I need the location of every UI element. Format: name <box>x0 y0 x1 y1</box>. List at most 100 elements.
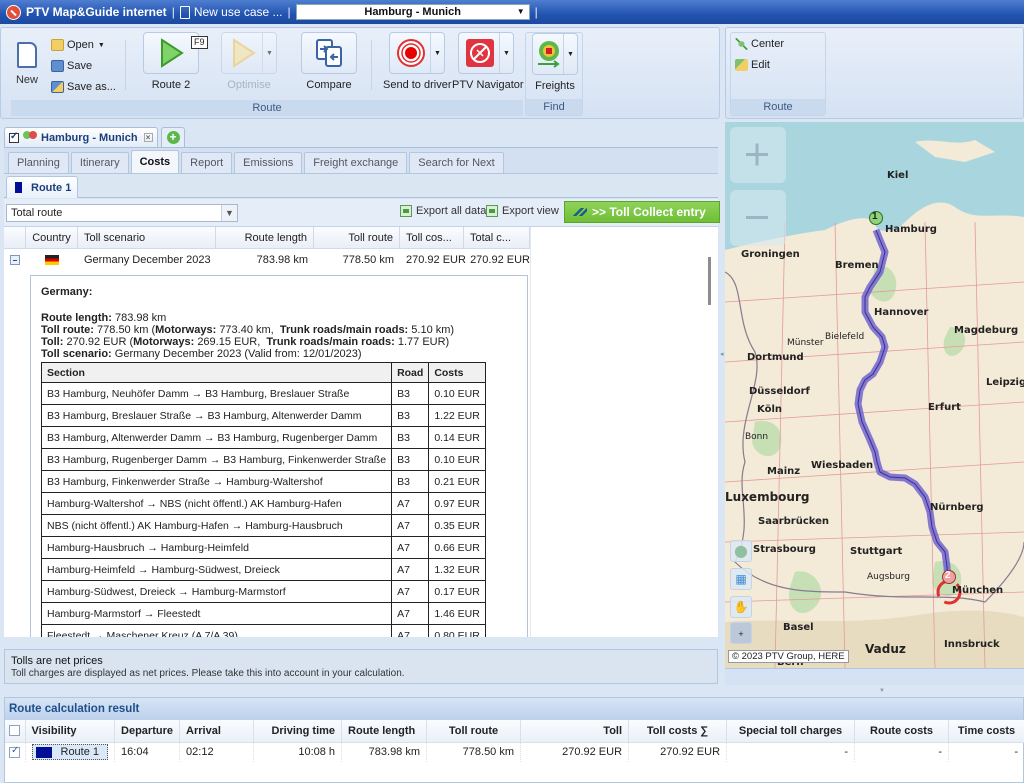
column-header-arrival[interactable]: Arrival <box>179 720 255 743</box>
collapse-icon[interactable] <box>10 255 20 265</box>
column-header-toll-route[interactable]: Toll route <box>314 227 400 248</box>
table-row[interactable]: Germany December 2023 783.98 km 778.50 k… <box>4 249 530 271</box>
cost-cell: 0.66 EUR <box>428 536 486 559</box>
column-header-special-toll-charges[interactable]: Special toll charges <box>726 720 856 743</box>
section-cell: Fleestedt → Maschener Kreuz (A 7/A 39) <box>40 624 393 637</box>
column-header-total-costs[interactable]: Total c... <box>464 227 530 248</box>
column-header-time-costs[interactable]: Time costs <box>948 720 1024 743</box>
column-header-toll-costs-sum[interactable]: Toll costs ∑ <box>628 720 728 743</box>
column-header-route-length[interactable]: Route length <box>341 720 428 743</box>
map-view[interactable]: 1 2 Kiel Hamburg Groningen Bremen Hannover Ma… <box>725 122 1024 668</box>
title-bar: PTV Map&Guide internet | New use case ..… <box>0 0 1024 24</box>
detail-title: Germany: <box>41 286 93 298</box>
start-marker-label[interactable]: 1 <box>872 211 878 222</box>
label: Toll: <box>41 336 64 348</box>
column-header-departure[interactable]: Departure <box>114 720 181 743</box>
tab-planning[interactable]: Planning <box>8 152 69 173</box>
route-length-cell: 783.98 km <box>341 742 428 762</box>
cost-cell: 0.17 EUR <box>428 580 486 603</box>
zoom-in-button[interactable] <box>730 127 786 183</box>
map-label-strasbourg: Strasbourg <box>753 544 816 555</box>
cost-cell: 0.35 EUR <box>428 514 486 537</box>
document-tab-hamburg-munich[interactable]: Hamburg - Munich × <box>4 127 158 147</box>
plus-icon: + <box>166 131 180 144</box>
column-header-toll-costs[interactable]: Toll cos... <box>400 227 464 248</box>
column-header-route-length[interactable]: Route length <box>216 227 314 248</box>
traffic-layer-button[interactable]: ⬤ <box>730 540 752 562</box>
chevron-down-icon[interactable]: ▼ <box>563 34 577 74</box>
net-prices-notice: Tolls are net prices Toll charges are di… <box>4 649 718 684</box>
vertical-scrollbar[interactable] <box>708 257 711 305</box>
column-header-toll[interactable]: Toll <box>520 720 630 743</box>
column-header-route-costs[interactable]: Route costs <box>854 720 950 743</box>
table-row: B3 Hamburg, Rugenberger Damm → B3 Hambur… <box>40 448 486 471</box>
map-label-dsseldorf: Düsseldorf <box>749 386 810 397</box>
document-checkbox[interactable] <box>9 131 19 143</box>
value: 269.15 EUR, <box>197 336 261 348</box>
tab-itinerary[interactable]: Itinerary <box>70 152 129 173</box>
tab-freight-exchange[interactable]: Freight exchange <box>304 152 408 173</box>
tab-report[interactable]: Report <box>181 152 233 173</box>
chevron-down-icon: ▼ <box>516 7 525 16</box>
select-all-header[interactable] <box>5 720 26 743</box>
route-visibility-toggle[interactable]: Route 1 <box>31 744 109 760</box>
panel-collapse-handle[interactable]: ◂ <box>720 350 724 358</box>
route-group-label: Route <box>11 100 523 116</box>
tab-search-for-next[interactable]: Search for Next <box>409 152 504 173</box>
road-cell: A7 <box>391 602 430 625</box>
horizontal-splitter[interactable]: ▼ <box>0 688 1024 694</box>
section-cell: B3 Hamburg, Altenwerder Damm → B3 Hambur… <box>40 426 393 449</box>
column-header-country[interactable]: Country <box>26 227 78 248</box>
section-cell: Hamburg-Südwest, Dreieck → Hamburg-Marms… <box>40 580 393 603</box>
export-all-data-button[interactable]: Export all data <box>400 205 486 217</box>
column-header-toll-scenario[interactable]: Toll scenario <box>78 227 216 248</box>
zoom-out-button[interactable] <box>730 190 786 246</box>
route-select[interactable]: Hamburg - Munich ▼ <box>295 4 530 20</box>
column-header-costs: Costs <box>428 362 486 383</box>
table-row[interactable]: Route 1 16:04 02:12 10:08 h 783.98 km 77… <box>5 742 1024 762</box>
section-cell: B3 Hamburg, Rugenberger Damm → B3 Hambur… <box>40 448 393 471</box>
new-use-case-button[interactable]: New use case ... <box>194 5 283 19</box>
route-calculation-result-panel: Route calculation result Visibility Depa… <box>4 697 1024 783</box>
tab-costs[interactable]: Costs <box>130 150 180 173</box>
toll-collect-entry-button[interactable]: >> Toll Collect entry <box>564 201 720 223</box>
table-row: NBS (nicht öffentl.) AK Hamburg-Hafen → … <box>40 514 486 537</box>
traffic-icon: ⬤ <box>734 544 748 558</box>
select-all-checkbox[interactable] <box>9 725 20 737</box>
end-marker-label[interactable]: 2 <box>945 570 951 581</box>
arrival-cell: 02:12 <box>179 742 255 762</box>
map-label-saarbrcken: Saarbrücken <box>758 516 830 527</box>
row-checkbox[interactable] <box>9 745 20 758</box>
excel-icon <box>400 205 412 217</box>
route-1-tab[interactable]: Route 1 <box>6 176 78 198</box>
value: 1.77 EUR) <box>397 336 450 348</box>
find-group-label: Find <box>526 99 582 115</box>
column-header-visibility[interactable]: Visibility <box>25 720 116 743</box>
edit-button[interactable]: Edit <box>735 59 770 71</box>
minus-icon <box>746 216 768 219</box>
route-length-cell: 783.98 km <box>256 254 308 266</box>
scope-select[interactable]: Total route ▼ <box>6 204 238 222</box>
table-row: Hamburg-Marmstorf → Fleestedt A7 1.46 EUR <box>40 602 486 625</box>
pan-button[interactable]: ✋ <box>730 596 752 618</box>
visibility-cell[interactable]: Route 1 <box>25 742 116 762</box>
map-style-button[interactable]: ▦ <box>730 568 752 590</box>
table-row: Hamburg-Heimfeld → Hamburg-Südwest, Drei… <box>40 558 486 581</box>
zoom-box-button[interactable]: + <box>730 622 752 644</box>
export-view-button[interactable]: Export view <box>486 205 559 217</box>
label: Trunk roads/main roads: <box>266 336 395 348</box>
column-header-toll-route[interactable]: Toll route <box>426 720 522 743</box>
freights-button[interactable]: ▼ Freights <box>530 33 580 92</box>
column-header-driving-time[interactable]: Driving time <box>253 720 343 743</box>
add-tab-button[interactable]: + <box>161 127 185 147</box>
separator: | <box>534 5 538 19</box>
road-cell: B3 <box>391 426 430 449</box>
map-label-dortmund: Dortmund <box>747 352 804 363</box>
map-label-kln: Köln <box>757 404 782 415</box>
center-button[interactable]: Center <box>735 38 784 50</box>
table-row: Hamburg-Hausbruch → Hamburg-Heimfeld A7 0.… <box>40 536 486 559</box>
close-icon[interactable]: × <box>143 133 153 142</box>
toll-collect-logo-icon <box>571 208 587 216</box>
tab-emissions[interactable]: Emissions <box>234 152 303 173</box>
route-select-value: Hamburg - Munich <box>364 6 461 18</box>
